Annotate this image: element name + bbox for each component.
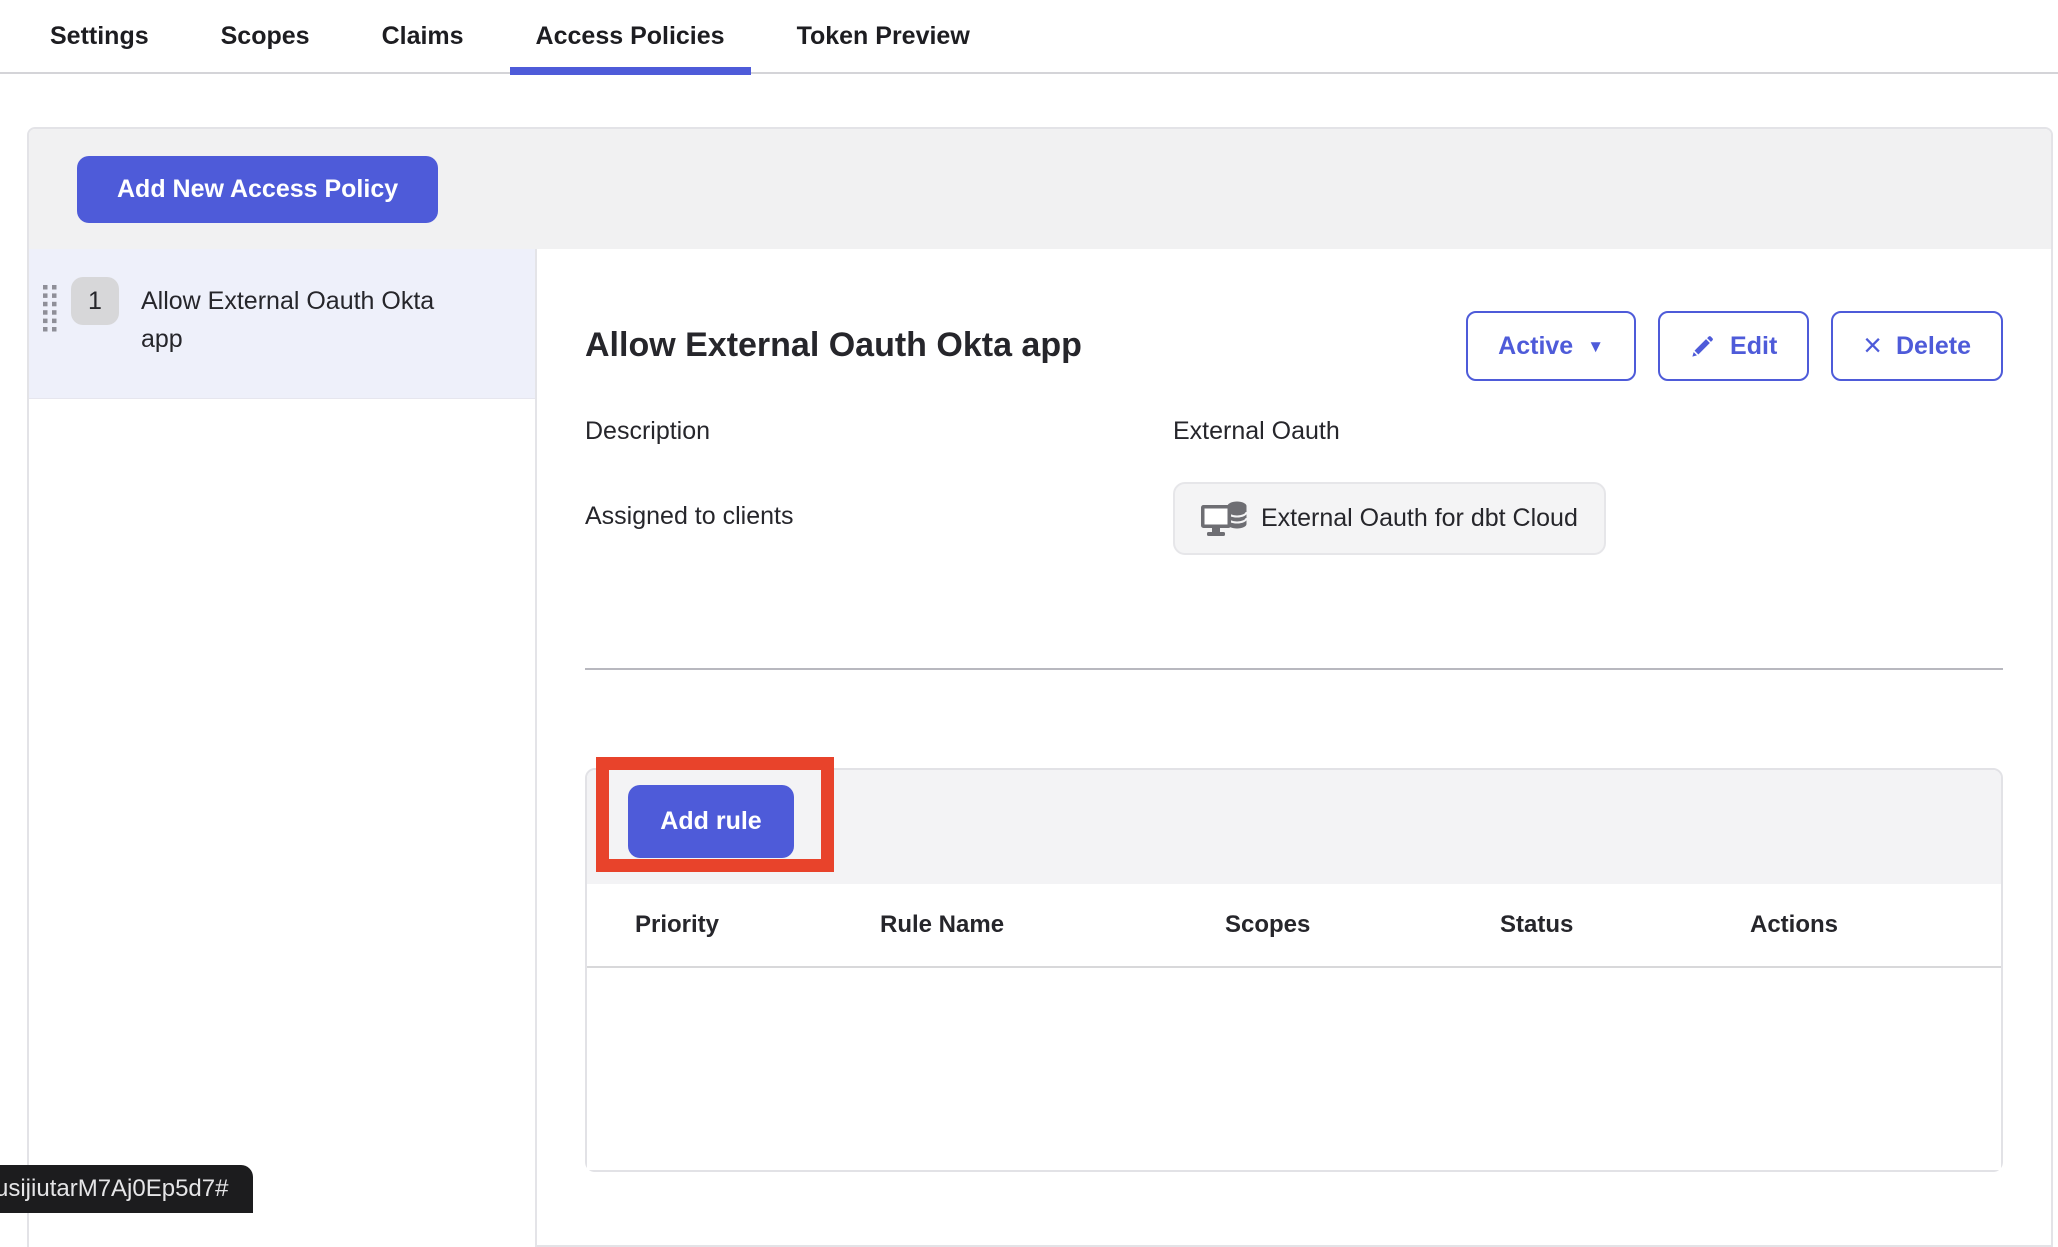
- tab-token-preview[interactable]: Token Preview: [771, 0, 996, 73]
- policies-toolbar: Add New Access Policy: [29, 129, 2051, 249]
- column-header-priority: Priority: [635, 911, 880, 939]
- tab-settings[interactable]: Settings: [24, 0, 175, 73]
- chevron-down-icon: ▼: [1587, 338, 1604, 355]
- edit-button[interactable]: Edit: [1658, 311, 1809, 381]
- add-new-access-policy-button[interactable]: Add New Access Policy: [77, 156, 438, 223]
- column-header-status: Status: [1500, 911, 1750, 939]
- policy-detail: Allow External Oauth Okta app Active ▼: [537, 249, 2051, 1247]
- client-app-icon: [1201, 498, 1247, 540]
- column-header-scopes: Scopes: [1225, 911, 1500, 939]
- edit-button-label: Edit: [1730, 332, 1777, 361]
- rules-table-header: Priority Rule Name Scopes Status Actions: [587, 884, 2001, 968]
- description-label: Description: [585, 417, 1173, 446]
- client-chip-label: External Oauth for dbt Cloud: [1261, 504, 1578, 533]
- client-chip[interactable]: External Oauth for dbt Cloud: [1173, 482, 1606, 555]
- pencil-icon: [1690, 333, 1716, 359]
- tab-access-policies[interactable]: Access Policies: [510, 0, 751, 73]
- delete-button-label: Delete: [1896, 332, 1971, 361]
- rules-card: Add rule Priority Rule Name Scopes Statu…: [585, 768, 2003, 1172]
- description-value: External Oauth: [1173, 417, 2003, 446]
- rules-toolbar: [587, 770, 2001, 884]
- policy-list-item[interactable]: 1 Allow External Oauth Okta app: [29, 249, 535, 399]
- link-preview-statusbar: usijiutarM7Aj0Ep5d7#: [0, 1165, 253, 1213]
- tab-claims[interactable]: Claims: [356, 0, 490, 73]
- rules-table-body: [587, 968, 2001, 1170]
- policy-name-label: Allow External Oauth Okta app: [141, 277, 441, 358]
- add-rule-button[interactable]: Add rule: [628, 785, 794, 858]
- delete-button[interactable]: × Delete: [1831, 311, 2003, 381]
- policy-priority-badge: 1: [71, 277, 119, 325]
- access-policies-panel: Add New Access Policy: [27, 127, 2053, 1247]
- drag-handle-icon[interactable]: [43, 285, 57, 332]
- policy-list-sidebar: 1 Allow External Oauth Okta app: [29, 249, 537, 1247]
- section-divider: [585, 668, 2003, 670]
- column-header-rule-name: Rule Name: [880, 911, 1225, 939]
- policy-title: Allow External Oauth Okta app: [585, 311, 1082, 365]
- column-header-actions: Actions: [1750, 911, 2001, 939]
- status-dropdown-label: Active: [1498, 332, 1573, 361]
- tab-scopes[interactable]: Scopes: [195, 0, 336, 73]
- link-preview-text: usijiutarM7Aj0Ep5d7#: [2, 1175, 228, 1203]
- close-icon: ×: [1863, 329, 1882, 361]
- status-dropdown-button[interactable]: Active ▼: [1466, 311, 1636, 381]
- assigned-clients-label: Assigned to clients: [585, 502, 1173, 531]
- policy-actions: Active ▼ Edit: [1466, 311, 2003, 381]
- tab-bar: Settings Scopes Claims Access Policies T…: [0, 0, 2058, 74]
